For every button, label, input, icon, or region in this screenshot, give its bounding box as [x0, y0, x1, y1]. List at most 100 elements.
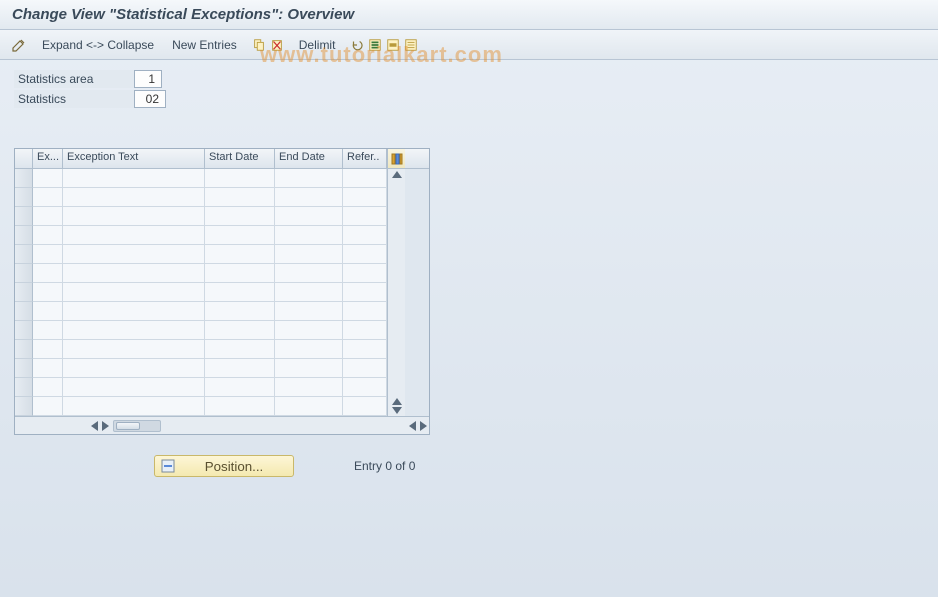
cell-text[interactable] — [63, 226, 205, 245]
cell-end[interactable] — [275, 302, 343, 321]
select-all-icon[interactable] — [367, 37, 383, 53]
cell-end[interactable] — [275, 264, 343, 283]
cell-start[interactable] — [205, 378, 275, 397]
row-selector[interactable] — [15, 378, 33, 397]
table-row[interactable] — [15, 283, 387, 302]
cell-text[interactable] — [63, 378, 205, 397]
deselect-all-icon[interactable] — [403, 37, 419, 53]
row-selector[interactable] — [15, 226, 33, 245]
cell-ex[interactable] — [33, 283, 63, 302]
scroll-left-icon[interactable] — [91, 421, 98, 431]
cell-ex[interactable] — [33, 359, 63, 378]
cell-ref[interactable] — [343, 378, 387, 397]
cell-start[interactable] — [205, 302, 275, 321]
cell-ref[interactable] — [343, 283, 387, 302]
delimit-button[interactable]: Delimit — [295, 36, 340, 54]
col-header-end[interactable]: End Date — [275, 149, 343, 168]
row-selector[interactable] — [15, 397, 33, 416]
cell-ex[interactable] — [33, 226, 63, 245]
table-row[interactable] — [15, 264, 387, 283]
cell-ref[interactable] — [343, 359, 387, 378]
cell-ref[interactable] — [343, 188, 387, 207]
cell-ref[interactable] — [343, 207, 387, 226]
cell-end[interactable] — [275, 188, 343, 207]
cell-start[interactable] — [205, 283, 275, 302]
undo-icon[interactable] — [349, 37, 365, 53]
col-header-start[interactable]: Start Date — [205, 149, 275, 168]
delete-icon[interactable] — [269, 37, 285, 53]
table-row[interactable] — [15, 340, 387, 359]
cell-text[interactable] — [63, 245, 205, 264]
new-entries-button[interactable]: New Entries — [168, 36, 241, 54]
cell-text[interactable] — [63, 397, 205, 416]
cell-ref[interactable] — [343, 245, 387, 264]
cell-ex[interactable] — [33, 264, 63, 283]
configure-columns-icon[interactable] — [387, 149, 405, 168]
col-header-text[interactable]: Exception Text — [63, 149, 205, 168]
scroll-down-icon[interactable] — [392, 407, 402, 414]
cell-start[interactable] — [205, 359, 275, 378]
cell-end[interactable] — [275, 397, 343, 416]
scroll-right-icon[interactable] — [102, 421, 109, 431]
cell-start[interactable] — [205, 264, 275, 283]
cell-ex[interactable] — [33, 207, 63, 226]
hscroll-track[interactable] — [113, 420, 161, 432]
cell-start[interactable] — [205, 321, 275, 340]
cell-ex[interactable] — [33, 245, 63, 264]
table-row[interactable] — [15, 302, 387, 321]
horizontal-scrollbar[interactable] — [15, 416, 429, 434]
cell-start[interactable] — [205, 226, 275, 245]
scroll-up-icon[interactable] — [392, 171, 402, 178]
row-selector[interactable] — [15, 207, 33, 226]
change-mode-icon[interactable] — [10, 36, 28, 54]
cell-ref[interactable] — [343, 321, 387, 340]
cell-ex[interactable] — [33, 378, 63, 397]
cell-start[interactable] — [205, 207, 275, 226]
row-selector[interactable] — [15, 302, 33, 321]
hscroll-thumb[interactable] — [116, 422, 140, 430]
cell-ex[interactable] — [33, 340, 63, 359]
select-block-icon[interactable] — [385, 37, 401, 53]
table-row[interactable] — [15, 207, 387, 226]
table-row[interactable] — [15, 359, 387, 378]
stats-area-input[interactable] — [134, 70, 162, 88]
scroll-up2-icon[interactable] — [392, 398, 402, 405]
table-row[interactable] — [15, 226, 387, 245]
col-header-ref[interactable]: Refer.. — [343, 149, 387, 168]
cell-ref[interactable] — [343, 397, 387, 416]
expand-collapse-button[interactable]: Expand <-> Collapse — [38, 36, 158, 54]
table-row[interactable] — [15, 245, 387, 264]
cell-ex[interactable] — [33, 397, 63, 416]
cell-ref[interactable] — [343, 340, 387, 359]
cell-start[interactable] — [205, 188, 275, 207]
table-row[interactable] — [15, 378, 387, 397]
cell-ex[interactable] — [33, 188, 63, 207]
row-selector[interactable] — [15, 245, 33, 264]
cell-ex[interactable] — [33, 302, 63, 321]
cell-ref[interactable] — [343, 264, 387, 283]
cell-end[interactable] — [275, 321, 343, 340]
row-selector[interactable] — [15, 321, 33, 340]
cell-start[interactable] — [205, 397, 275, 416]
cell-end[interactable] — [275, 378, 343, 397]
table-row[interactable] — [15, 321, 387, 340]
row-selector[interactable] — [15, 340, 33, 359]
cell-text[interactable] — [63, 359, 205, 378]
cell-text[interactable] — [63, 264, 205, 283]
cell-text[interactable] — [63, 169, 205, 188]
cell-ref[interactable] — [343, 169, 387, 188]
cell-ex[interactable] — [33, 321, 63, 340]
cell-end[interactable] — [275, 207, 343, 226]
cell-start[interactable] — [205, 169, 275, 188]
cell-start[interactable] — [205, 245, 275, 264]
table-row[interactable] — [15, 188, 387, 207]
cell-text[interactable] — [63, 188, 205, 207]
cell-end[interactable] — [275, 340, 343, 359]
cell-ref[interactable] — [343, 302, 387, 321]
row-selector[interactable] — [15, 188, 33, 207]
cell-end[interactable] — [275, 283, 343, 302]
cell-text[interactable] — [63, 321, 205, 340]
cell-start[interactable] — [205, 340, 275, 359]
statistics-input[interactable] — [134, 90, 166, 108]
row-selector[interactable] — [15, 264, 33, 283]
